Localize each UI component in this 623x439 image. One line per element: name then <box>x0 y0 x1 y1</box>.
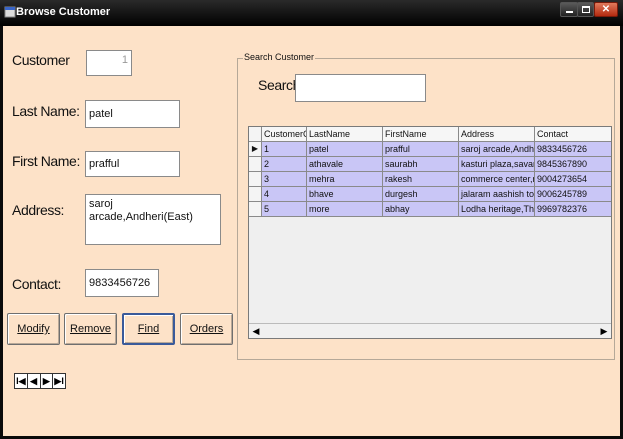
firstname-label: First Name: <box>12 153 80 169</box>
horizontal-scrollbar[interactable]: ◀ ▶ <box>249 323 611 338</box>
title-bar[interactable]: Browse Customer ✕ <box>0 0 623 26</box>
table-cell[interactable]: durgesh <box>383 187 459 202</box>
find-button[interactable]: Find <box>122 313 175 345</box>
modify-button[interactable]: Modify <box>7 313 60 345</box>
column-header-customercode[interactable]: CustomerCode <box>262 127 307 142</box>
first-record-button[interactable]: I◀ <box>15 374 28 388</box>
address-label: Address: <box>12 202 65 218</box>
table-cell[interactable]: 3 <box>262 172 307 187</box>
column-header-contact[interactable]: Contact <box>535 127 611 142</box>
table-cell[interactable]: kasturi plaza,savarkar m <box>459 157 535 172</box>
grid-header-row: CustomerCode LastName FirstName Address … <box>249 127 611 142</box>
table-cell[interactable]: athavale <box>307 157 383 172</box>
table-cell[interactable]: saurabh <box>383 157 459 172</box>
lastname-field[interactable]: patel <box>85 100 180 128</box>
table-cell[interactable]: bhave <box>307 187 383 202</box>
contact-field[interactable]: 9833456726 <box>85 269 159 297</box>
browse-customer-window: Browse Customer ✕ Customer 1 Last Name: … <box>0 0 623 439</box>
table-cell[interactable]: mehra <box>307 172 383 187</box>
form-client-area: Customer 1 Last Name: patel First Name: … <box>3 26 620 436</box>
customer-grid[interactable]: CustomerCode LastName FirstName Address … <box>248 126 612 339</box>
firstname-field[interactable]: prafful <box>85 151 180 177</box>
orders-button-label: Orders <box>189 323 224 335</box>
table-cell[interactable]: Lodha heritage,Thane(W <box>459 202 535 217</box>
search-input[interactable] <box>295 74 426 102</box>
previous-record-button[interactable]: ◀ <box>28 374 41 388</box>
table-cell[interactable]: 9004273654 <box>535 172 611 187</box>
table-cell[interactable]: more <box>307 202 383 217</box>
minimize-button[interactable] <box>560 2 578 17</box>
next-record-button[interactable]: ▶ <box>41 374 54 388</box>
row-header[interactable] <box>249 157 262 172</box>
table-cell[interactable]: 5 <box>262 202 307 217</box>
record-navigator: I◀ ◀ ▶ ▶I <box>14 373 66 389</box>
row-header[interactable] <box>249 187 262 202</box>
table-cell[interactable]: prafful <box>383 142 459 157</box>
table-cell[interactable]: 9006245789 <box>535 187 611 202</box>
table-row[interactable]: 4 bhave durgesh jalaram aashish towers,r… <box>249 187 611 202</box>
minimize-icon <box>566 11 573 13</box>
maximize-icon <box>582 6 590 13</box>
table-row[interactable]: 5 more abhay Lodha heritage,Thane(W 9969… <box>249 202 611 217</box>
find-button-label: Find <box>137 323 160 335</box>
table-cell[interactable]: 4 <box>262 187 307 202</box>
table-cell[interactable]: saroj arcade,Andheri(East) <box>459 142 535 157</box>
modify-button-label: Modify <box>17 323 50 335</box>
maximize-button[interactable] <box>577 2 594 17</box>
current-row-pointer-icon: ▶ <box>249 142 262 157</box>
close-button[interactable]: ✕ <box>594 2 618 17</box>
row-header[interactable] <box>249 202 262 217</box>
grid-corner <box>249 127 262 142</box>
scroll-left-icon[interactable]: ◀ <box>249 324 263 338</box>
table-row[interactable]: ▶ 1 patel prafful saroj arcade,Andheri(E… <box>249 142 611 157</box>
app-icon <box>4 6 16 18</box>
table-cell[interactable]: patel <box>307 142 383 157</box>
customer-label: Customer <box>12 52 70 68</box>
remove-button-label: Remove <box>70 323 111 335</box>
table-cell[interactable]: 2 <box>262 157 307 172</box>
window-title: Browse Customer <box>16 6 111 18</box>
scroll-right-icon[interactable]: ▶ <box>597 324 611 338</box>
table-cell[interactable]: jalaram aashish towers,r <box>459 187 535 202</box>
table-cell[interactable]: 1 <box>262 142 307 157</box>
address-field[interactable]: saroj arcade,Andheri(East) <box>85 194 221 245</box>
column-header-lastname[interactable]: LastName <box>307 127 383 142</box>
close-icon: ✕ <box>601 4 611 15</box>
row-header[interactable] <box>249 172 262 187</box>
table-cell[interactable]: 9845367890 <box>535 157 611 172</box>
last-record-button[interactable]: ▶I <box>53 374 65 388</box>
table-row[interactable]: 2 athavale saurabh kasturi plaza,savarka… <box>249 157 611 172</box>
customer-code-field[interactable]: 1 <box>86 50 132 76</box>
search-group-label: Search Customer <box>243 52 316 62</box>
table-cell[interactable]: abhay <box>383 202 459 217</box>
table-row[interactable]: 3 mehra rakesh commerce center,near s 90… <box>249 172 611 187</box>
table-cell[interactable]: commerce center,near s <box>459 172 535 187</box>
contact-label: Contact: <box>12 276 61 292</box>
table-cell[interactable]: 9969782376 <box>535 202 611 217</box>
column-header-firstname[interactable]: FirstName <box>383 127 459 142</box>
table-cell[interactable]: rakesh <box>383 172 459 187</box>
column-header-address[interactable]: Address <box>459 127 535 142</box>
orders-button[interactable]: Orders <box>180 313 233 345</box>
lastname-label: Last Name: <box>12 103 80 119</box>
remove-button[interactable]: Remove <box>64 313 117 345</box>
table-cell[interactable]: 9833456726 <box>535 142 611 157</box>
